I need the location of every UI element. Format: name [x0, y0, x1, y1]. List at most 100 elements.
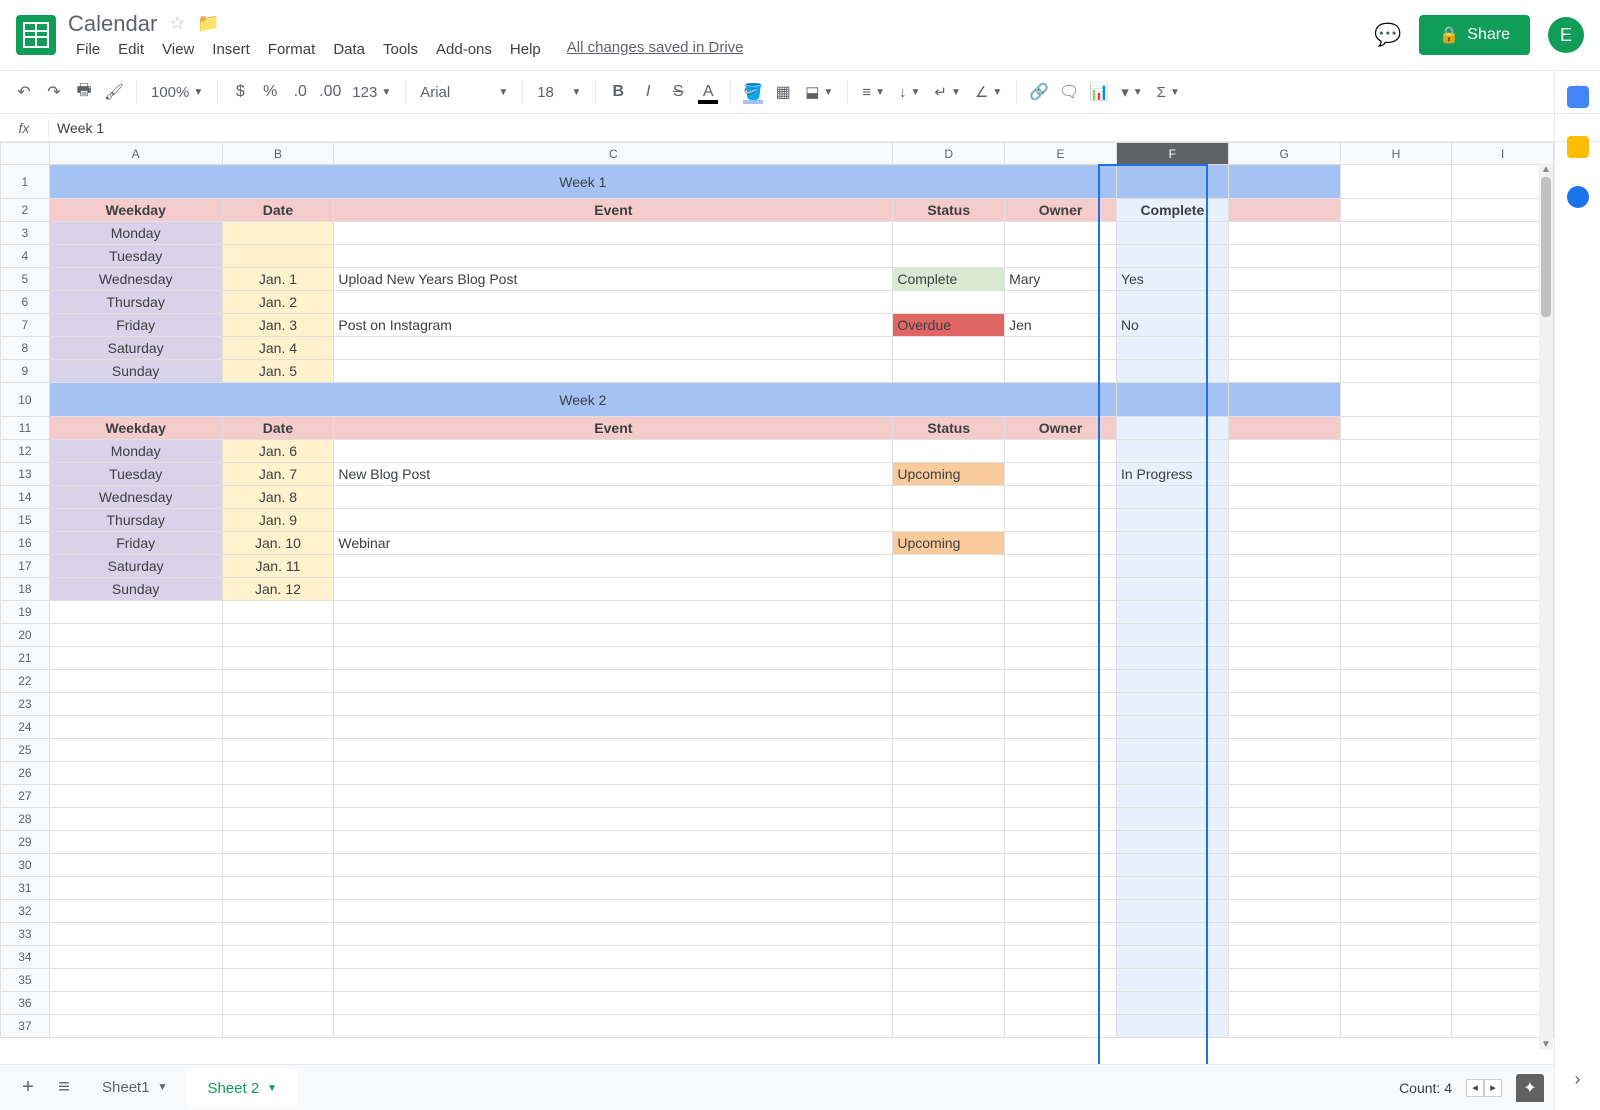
menu-help[interactable]: Help — [502, 39, 549, 60]
cell-32-C[interactable] — [334, 900, 893, 923]
cell-20-F[interactable] — [1116, 624, 1228, 647]
menu-file[interactable]: File — [68, 39, 108, 60]
text-rotation-select[interactable]: ∠▼ — [969, 83, 1008, 101]
cell-11-F[interactable] — [1116, 417, 1228, 440]
cell-32-F[interactable] — [1116, 900, 1228, 923]
cell-20-H[interactable] — [1340, 624, 1452, 647]
cell-11-B[interactable]: Date — [222, 417, 334, 440]
cell-12-H[interactable] — [1340, 440, 1452, 463]
col-header-H[interactable]: H — [1340, 143, 1452, 165]
row-header-1[interactable]: 1 — [1, 165, 50, 199]
cell-2-E[interactable]: Owner — [1005, 199, 1117, 222]
cell-3-D[interactable] — [893, 222, 1005, 245]
cell-31-E[interactable] — [1005, 877, 1117, 900]
cell-32-A[interactable] — [49, 900, 222, 923]
menu-format[interactable]: Format — [260, 39, 324, 60]
cell-21-A[interactable] — [49, 647, 222, 670]
cell-24-G[interactable] — [1228, 716, 1340, 739]
cell-17-G[interactable] — [1228, 555, 1340, 578]
cell-26-E[interactable] — [1005, 762, 1117, 785]
cell-22-H[interactable] — [1340, 670, 1452, 693]
cell-34-E[interactable] — [1005, 946, 1117, 969]
add-sheet-button[interactable]: + — [10, 1070, 46, 1106]
row-header-25[interactable]: 25 — [1, 739, 50, 762]
cell-18-E[interactable] — [1005, 578, 1117, 601]
selection-count[interactable]: Count: 4 — [1399, 1080, 1452, 1096]
zoom-select[interactable]: 100%▼ — [145, 84, 209, 101]
cell-37-D[interactable] — [893, 1015, 1005, 1038]
cell-33-D[interactable] — [893, 923, 1005, 946]
formula-input[interactable]: Week 1 — [49, 120, 1600, 136]
cell-24-B[interactable] — [222, 716, 334, 739]
col-header-I[interactable]: I — [1452, 143, 1554, 165]
cell-4-B[interactable] — [222, 245, 334, 268]
cell-1-F[interactable] — [1116, 165, 1228, 199]
insert-comment-icon[interactable]: 🗨 — [1055, 78, 1083, 106]
cell-17-E[interactable] — [1005, 555, 1117, 578]
cell-30-H[interactable] — [1340, 854, 1452, 877]
cell-4-H[interactable] — [1340, 245, 1452, 268]
move-folder-icon[interactable]: 📁 — [197, 13, 219, 34]
paint-format-icon[interactable]: 🖌 — [100, 78, 128, 106]
row-header-18[interactable]: 18 — [1, 578, 50, 601]
cell-21-C[interactable] — [334, 647, 893, 670]
cell-3-B[interactable] — [222, 222, 334, 245]
cell-18-C[interactable] — [334, 578, 893, 601]
cell-4-D[interactable] — [893, 245, 1005, 268]
cell-29-E[interactable] — [1005, 831, 1117, 854]
cell-33-C[interactable] — [334, 923, 893, 946]
cell-9-A[interactable]: Sunday — [49, 360, 222, 383]
cell-17-A[interactable]: Saturday — [49, 555, 222, 578]
cell-16-D[interactable]: Upcoming — [893, 532, 1005, 555]
row-header-24[interactable]: 24 — [1, 716, 50, 739]
cell-29-C[interactable] — [334, 831, 893, 854]
cell-24-D[interactable] — [893, 716, 1005, 739]
vertical-scrollbar[interactable]: ▲▼ — [1539, 164, 1553, 1050]
cell-21-B[interactable] — [222, 647, 334, 670]
cell-30-A[interactable] — [49, 854, 222, 877]
cell-29-F[interactable] — [1116, 831, 1228, 854]
format-currency-icon[interactable]: $ — [226, 78, 254, 106]
cell-12-G[interactable] — [1228, 440, 1340, 463]
tab-sheet1[interactable]: Sheet1▼ — [82, 1069, 187, 1106]
cell-5-F[interactable]: Yes — [1116, 268, 1228, 291]
cell-15-C[interactable] — [334, 509, 893, 532]
cell-32-B[interactable] — [222, 900, 334, 923]
cell-7-A[interactable]: Friday — [49, 314, 222, 337]
undo-icon[interactable]: ↶ — [10, 78, 38, 106]
cell-28-D[interactable] — [893, 808, 1005, 831]
cell-33-A[interactable] — [49, 923, 222, 946]
cell-33-E[interactable] — [1005, 923, 1117, 946]
sheets-app-icon[interactable] — [16, 15, 56, 55]
italic-icon[interactable]: I — [634, 78, 662, 106]
cell-6-D[interactable] — [893, 291, 1005, 314]
row-header-6[interactable]: 6 — [1, 291, 50, 314]
cell-6-C[interactable] — [334, 291, 893, 314]
cell-22-C[interactable] — [334, 670, 893, 693]
cell-33-B[interactable] — [222, 923, 334, 946]
cell-11-G[interactable] — [1228, 417, 1340, 440]
cell-7-E[interactable]: Jen — [1005, 314, 1117, 337]
row-header-9[interactable]: 9 — [1, 360, 50, 383]
cell-20-B[interactable] — [222, 624, 334, 647]
cell-35-C[interactable] — [334, 969, 893, 992]
cell-3-C[interactable] — [334, 222, 893, 245]
cell-20-A[interactable] — [49, 624, 222, 647]
cell-30-G[interactable] — [1228, 854, 1340, 877]
cell-36-F[interactable] — [1116, 992, 1228, 1015]
row-header-4[interactable]: 4 — [1, 245, 50, 268]
cell-13-F[interactable]: In Progress — [1116, 463, 1228, 486]
cell-12-A[interactable]: Monday — [49, 440, 222, 463]
cell-22-F[interactable] — [1116, 670, 1228, 693]
cell-10-week[interactable]: Week 2 — [49, 383, 1116, 417]
cell-34-B[interactable] — [222, 946, 334, 969]
cell-23-H[interactable] — [1340, 693, 1452, 716]
strikethrough-icon[interactable]: S — [664, 78, 692, 106]
cell-14-H[interactable] — [1340, 486, 1452, 509]
merge-cells-select[interactable]: ⬓▼ — [799, 83, 839, 101]
cell-28-B[interactable] — [222, 808, 334, 831]
cell-5-D[interactable]: Complete — [893, 268, 1005, 291]
cell-36-H[interactable] — [1340, 992, 1452, 1015]
cell-9-E[interactable] — [1005, 360, 1117, 383]
cell-25-B[interactable] — [222, 739, 334, 762]
